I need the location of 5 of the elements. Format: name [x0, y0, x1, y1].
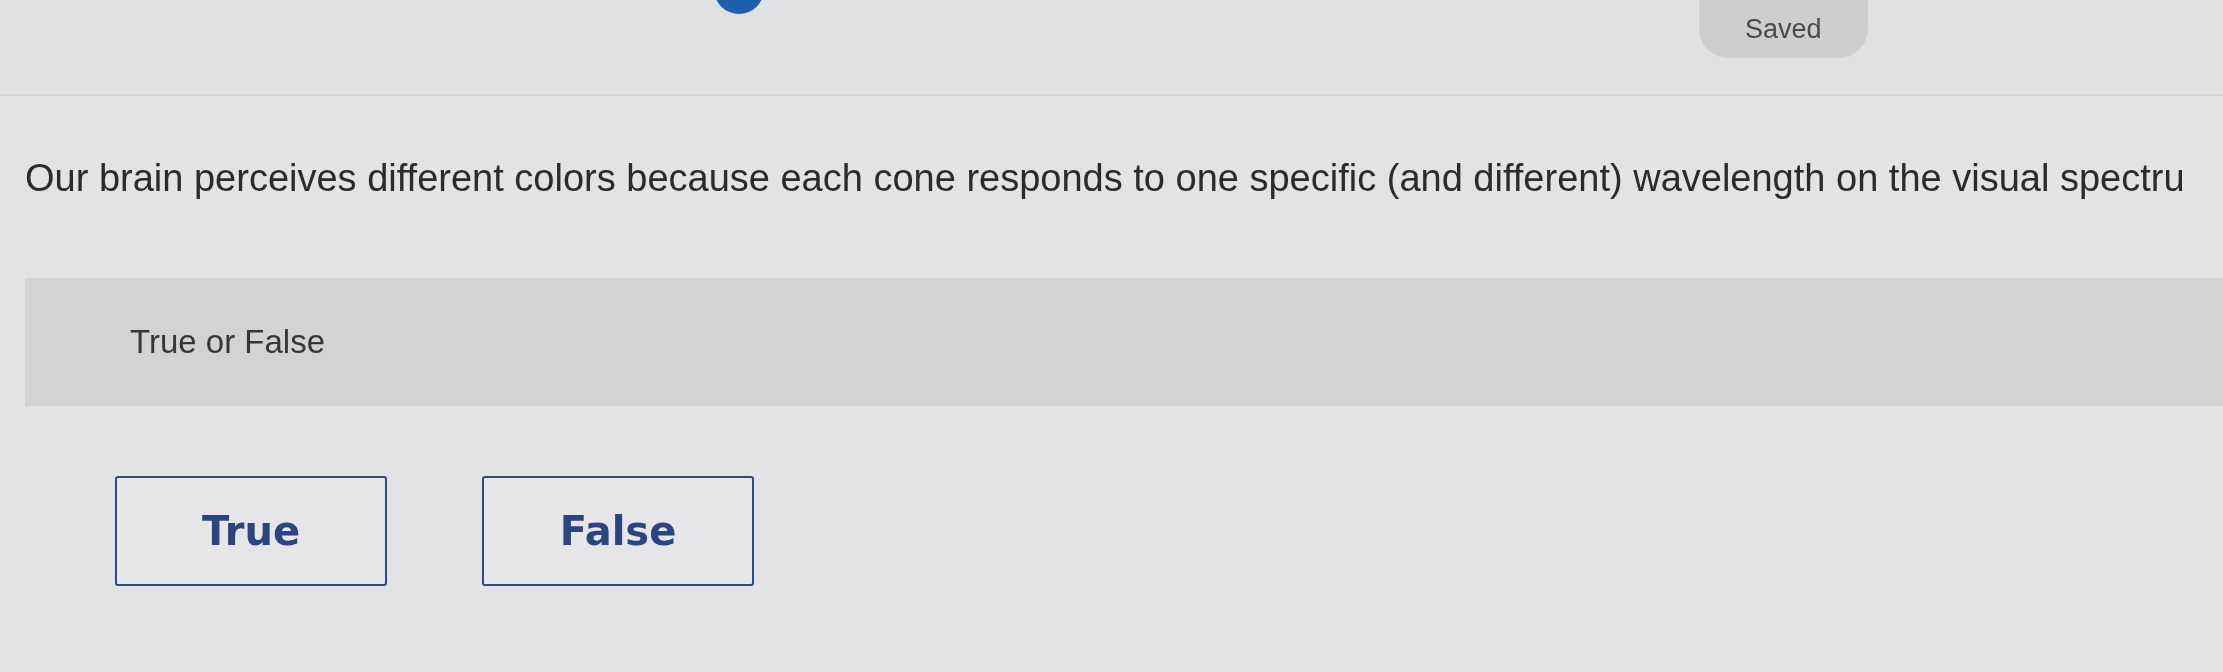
answer-button[interactable]: True	[115, 476, 387, 586]
question-text: Our brain perceives different colors because each cone responds to one specific (and different) wavelength on the visual spectru	[25, 156, 2186, 201]
saved-status: Saved	[1699, 0, 1868, 58]
question-type-label: True or False	[130, 323, 325, 361]
answer-button[interactable]: False	[482, 476, 754, 586]
